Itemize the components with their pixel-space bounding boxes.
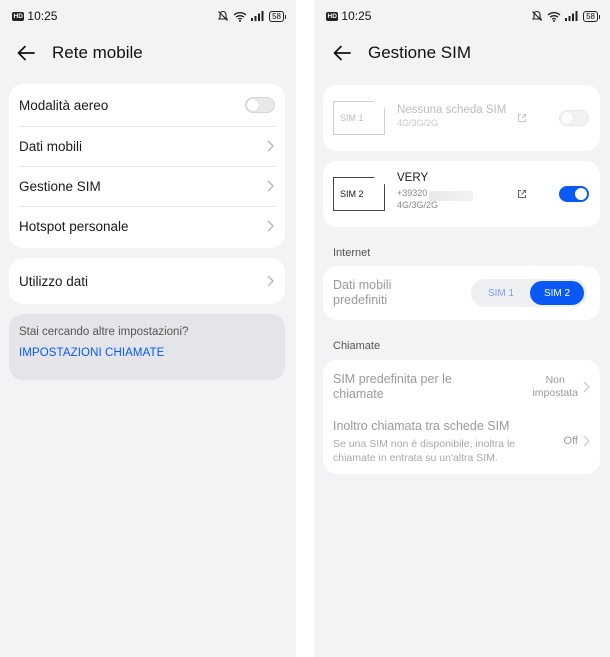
chevron-right-icon bbox=[581, 434, 591, 448]
airplane-mode-toggle[interactable] bbox=[245, 97, 275, 113]
call-settings-link[interactable]: IMPOSTAZIONI CHIAMATE bbox=[19, 347, 275, 359]
section-calls: Chiamate bbox=[333, 340, 381, 352]
row-airplane-mode[interactable]: Modalità aereo bbox=[9, 84, 285, 126]
default-call-sim-label: SIM predefinita per le chiamate bbox=[333, 372, 452, 401]
status-bar: HD 10:25 58 bbox=[12, 7, 286, 25]
settings-group-main: Modalità aereo Dati mobili Gestione SIM … bbox=[9, 84, 285, 248]
chevron-right-icon bbox=[581, 380, 591, 394]
signal-icon bbox=[251, 11, 264, 21]
status-time: 10:25 bbox=[27, 9, 58, 23]
row-default-call-sim[interactable]: SIM predefinita per le chiamate Non impo… bbox=[323, 360, 600, 414]
settings-group-data: Utilizzo dati bbox=[9, 258, 285, 304]
sim2-card-icon: SIM 2 bbox=[333, 177, 385, 211]
default-call-sim-value: Non impostata bbox=[532, 374, 578, 399]
wifi-icon bbox=[233, 11, 247, 22]
mute-icon bbox=[532, 10, 543, 21]
section-internet: Internet bbox=[333, 247, 371, 259]
screen-rete-mobile: HD 10:25 58 Rete mobile Modalità aereo D… bbox=[0, 0, 296, 657]
back-arrow-icon[interactable] bbox=[332, 42, 354, 64]
default-data-label: Dati mobili predefiniti bbox=[333, 278, 392, 307]
page-header: Rete mobile bbox=[16, 40, 280, 66]
sim2-option[interactable]: SIM 2 bbox=[530, 281, 584, 305]
call-forwarding-desc: Se una SIM non è disponibile, inoltra le… bbox=[333, 438, 516, 464]
row-label: Utilizzo dati bbox=[19, 273, 89, 289]
hint-question: Stai cercando altre impostazioni? bbox=[19, 326, 189, 338]
hd-badge: HD bbox=[326, 11, 339, 21]
more-settings-hint: Stai cercando altre impostazioni? IMPOST… bbox=[9, 314, 285, 380]
row-label: Dati mobili bbox=[19, 138, 83, 154]
sim1-toggle[interactable] bbox=[559, 110, 589, 126]
default-data-card: Dati mobili predefiniti SIM 1 SIM 2 bbox=[323, 266, 600, 320]
sim2-name: VERY bbox=[397, 172, 429, 184]
row-label: Modalità aereo bbox=[19, 97, 109, 113]
hd-badge: HD bbox=[12, 11, 25, 21]
row-label: Gestione SIM bbox=[19, 178, 101, 194]
row-mobile-data[interactable]: Dati mobili bbox=[9, 126, 285, 166]
page-title: Gestione SIM bbox=[368, 43, 471, 62]
chevron-right-icon bbox=[265, 219, 275, 233]
default-data-selector[interactable]: SIM 1 SIM 2 bbox=[471, 279, 587, 307]
row-call-forwarding[interactable]: Inoltro chiamata tra schede SIM Se una S… bbox=[323, 414, 600, 474]
chevron-right-icon bbox=[265, 274, 275, 288]
sim1-info: Nessuna scheda SIM 4G/3G/2G bbox=[397, 104, 506, 128]
row-sim-management[interactable]: Gestione SIM bbox=[9, 166, 285, 206]
wifi-icon bbox=[547, 11, 561, 22]
battery-icon: 58 bbox=[583, 10, 600, 22]
row-label: Hotspot personale bbox=[19, 218, 129, 234]
external-link-icon[interactable] bbox=[517, 113, 527, 123]
status-time: 10:25 bbox=[341, 9, 372, 23]
chevron-right-icon bbox=[265, 139, 275, 153]
sim1-card: SIM 1 Nessuna scheda SIM 4G/3G/2G bbox=[323, 85, 600, 151]
call-forwarding-title: Inoltro chiamata tra schede SIM bbox=[333, 419, 510, 433]
signal-icon bbox=[565, 11, 578, 21]
sim1-card-icon: SIM 1 bbox=[333, 101, 385, 135]
redacted-number bbox=[429, 191, 473, 201]
call-forwarding-value: Off bbox=[563, 435, 578, 447]
row-personal-hotspot[interactable]: Hotspot personale bbox=[9, 206, 285, 246]
sim2-networks: 4G/3G/2G bbox=[397, 200, 439, 210]
sim1-networks: 4G/3G/2G bbox=[397, 118, 439, 128]
row-data-usage[interactable]: Utilizzo dati bbox=[9, 258, 285, 304]
battery-icon: 58 bbox=[269, 10, 286, 22]
sim1-option[interactable]: SIM 1 bbox=[474, 281, 528, 305]
status-bar: HD 10:25 58 bbox=[326, 7, 600, 25]
back-arrow-icon[interactable] bbox=[16, 42, 38, 64]
mute-icon bbox=[218, 10, 229, 21]
external-link-icon[interactable] bbox=[517, 189, 527, 199]
page-header: Gestione SIM bbox=[332, 40, 594, 66]
calls-card: SIM predefinita per le chiamate Non impo… bbox=[323, 360, 600, 474]
sim2-toggle[interactable] bbox=[559, 186, 589, 202]
sim1-name: Nessuna scheda SIM bbox=[397, 104, 507, 116]
screen-gestione-sim: HD 10:25 58 Gestione SIM SIM 1 Nessuna s… bbox=[314, 0, 610, 657]
page-title: Rete mobile bbox=[52, 43, 143, 62]
chevron-right-icon bbox=[265, 179, 275, 193]
sim2-card: SIM 2 VERY +39320 4G/3G/2G bbox=[323, 161, 600, 227]
